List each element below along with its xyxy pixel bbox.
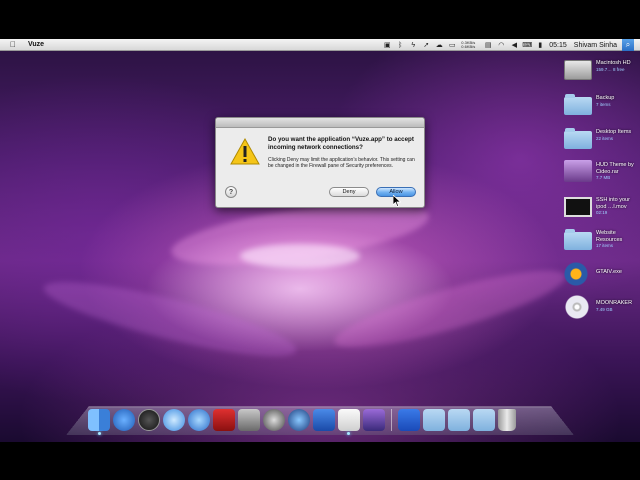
dialog-title: Do you want the application “Vuze.app” t…: [268, 136, 414, 151]
letterbox-top: [0, 0, 640, 39]
desktop-icon-moonraker[interactable]: MOONRAKER 7.49 GB: [564, 295, 636, 327]
warning-icon: [230, 138, 260, 165]
folder-icon: [564, 128, 592, 149]
finder-icon[interactable]: [88, 409, 110, 431]
bluetooth-icon[interactable]: ᛒ: [396, 42, 404, 49]
desktop-wallpaper: [0, 39, 640, 442]
safari-icon[interactable]: [163, 409, 185, 431]
archive-icon: [564, 160, 592, 182]
desktop-icon-info: 159.7… 8 free: [596, 66, 625, 72]
spotlight-icon[interactable]: ⌕: [622, 39, 634, 51]
desktop-icon-gtaiv[interactable]: GTAIV.exe: [564, 262, 636, 294]
desktop-icon-info: 02:19: [596, 210, 608, 215]
video-icon[interactable]: ▣: [383, 42, 391, 49]
folder-icon: [564, 229, 592, 250]
folder-icon: [564, 94, 592, 115]
wifi-icon[interactable]: ◠: [497, 42, 505, 49]
bolt-icon[interactable]: ϟ: [409, 42, 417, 49]
deny-button[interactable]: Deny: [329, 187, 369, 197]
vuze-icon[interactable]: [313, 409, 335, 431]
text-edit-icon[interactable]: [338, 409, 360, 431]
gta-icon: [564, 262, 592, 286]
dashboard-icon[interactable]: [138, 409, 160, 431]
dock-separator: [391, 409, 392, 431]
desktop-icon-macintosh-hd[interactable]: Macintosh HD 159.7… 8 free: [564, 58, 636, 90]
desktop-icon-label: Desktop Items: [596, 129, 632, 135]
hard-drive-icon: [564, 60, 592, 80]
arrow-icon[interactable]: ➚: [422, 42, 430, 49]
desktop-icon-info: 17 items: [596, 243, 614, 248]
desktop-icon-label: Backup: [596, 95, 615, 101]
cloud-icon[interactable]: ☁: [435, 42, 443, 49]
dialog-message: Clicking Deny may limit the application’…: [268, 157, 415, 170]
quicktime-icon[interactable]: [288, 409, 310, 431]
help-button[interactable]: ?: [225, 186, 237, 198]
desktop-icon-label: GTAIV.exe: [596, 269, 622, 275]
disc-icon: [564, 295, 592, 319]
documents-folder-icon[interactable]: [448, 409, 470, 431]
downloads-folder-icon[interactable]: [473, 409, 495, 431]
running-indicator: [98, 432, 101, 435]
desktop-icon-label: Website Resources: [596, 230, 623, 243]
desktop-icon-info: 7.7 MB: [596, 175, 611, 180]
app-menu[interactable]: Vuze: [28, 41, 44, 48]
desktop-icon-hud-theme[interactable]: HUD Theme by Cideo.rar 7.7 MB: [564, 160, 636, 192]
desktop-icon-info: 7 items: [596, 101, 611, 107]
desktop-icon-backup[interactable]: Backup 7 items: [564, 93, 636, 125]
menu-extras: ▣ ᛒ ϟ ➚ ☁ ▭ 0.3KB/s 0.6KB/s ▤ ◠ ◀ ⌨ ▮ 05…: [383, 39, 634, 51]
app-store-icon[interactable]: [113, 409, 135, 431]
desktop-icon-ssh-movie[interactable]: SSH into your ipod …l.mov 02:19: [564, 195, 636, 227]
desktop-icon-info: 22 items: [596, 135, 614, 141]
desktop-icon-info: 7.49 GB: [596, 306, 613, 312]
display-icon[interactable]: ▤: [484, 42, 492, 49]
keyboard-icon[interactable]: ⌨: [522, 42, 532, 49]
running-indicator: [347, 432, 350, 435]
mouse-cursor-icon: [393, 195, 401, 207]
menu-clock[interactable]: 05:15: [549, 42, 567, 49]
network-speed[interactable]: 0.3KB/s 0.6KB/s: [461, 41, 479, 49]
iweb-icon[interactable]: [398, 409, 420, 431]
dock: [88, 403, 558, 431]
network-download: 0.6KB/s: [461, 44, 476, 49]
fast-user-switch[interactable]: Shivam Sinha: [574, 42, 617, 49]
applications-folder-icon[interactable]: [423, 409, 445, 431]
movie-icon: [564, 197, 592, 217]
desktop-icon-label: MOONRAKER: [596, 300, 633, 306]
trash-icon[interactable]: [498, 409, 516, 431]
itunes-icon[interactable]: [188, 409, 210, 431]
desktop-icon-label: SSH into your ipod …l.mov: [596, 197, 630, 210]
imovie-icon[interactable]: [363, 409, 385, 431]
letterbox-bottom: [0, 442, 640, 480]
volume-icon[interactable]: ◀: [510, 42, 518, 49]
photo-booth-icon[interactable]: [213, 409, 235, 431]
desktop-icon-desktop-items[interactable]: Desktop Items 22 items: [564, 127, 636, 159]
battery-status-icon[interactable]: ▮: [536, 42, 544, 49]
menu-bar:  Vuze ▣ ᛒ ϟ ➚ ☁ ▭ 0.3KB/s 0.6KB/s ▤ ◠ ◀…: [0, 39, 640, 51]
apple-menu-icon[interactable]: : [8, 40, 18, 49]
system-preferences-icon[interactable]: [238, 409, 260, 431]
battery-icon[interactable]: ▭: [448, 42, 456, 49]
dialog-titlebar[interactable]: [216, 118, 424, 128]
desktop-icon-website-resources[interactable]: Website Resources 17 items: [564, 228, 636, 260]
screenshot-icon[interactable]: [263, 409, 285, 431]
desktop-icon-label: HUD Theme by Cideo.rar: [596, 162, 634, 175]
desktop-icon-label: Macintosh HD: [596, 60, 631, 66]
